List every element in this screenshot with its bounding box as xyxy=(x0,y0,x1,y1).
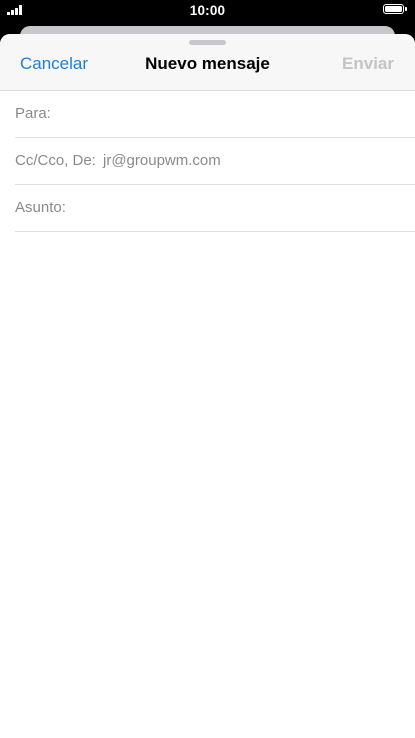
phone-screen: 10:00 Cancelar Nuevo mensaje Enviar Para… xyxy=(0,0,415,738)
from-address-value[interactable]: jr@groupwm.com xyxy=(103,152,221,169)
to-field-input[interactable] xyxy=(55,99,405,129)
status-time: 10:00 xyxy=(189,3,226,18)
sheet-grabber-handle[interactable] xyxy=(189,40,226,45)
status-bar: 10:00 xyxy=(0,0,415,22)
subject-field-label: Asunto: xyxy=(15,199,66,216)
cancel-button[interactable]: Cancelar xyxy=(20,54,88,74)
cc-bcc-from-field-row[interactable]: Cc/Cco, De: jr@groupwm.com xyxy=(15,138,415,185)
send-button[interactable]: Enviar xyxy=(342,54,394,74)
battery-full-icon xyxy=(383,4,408,15)
compose-nav-bar: Cancelar Nuevo mensaje Enviar xyxy=(0,34,415,91)
subject-field-input[interactable] xyxy=(71,193,401,223)
cc-bcc-from-field-label: Cc/Cco, De: xyxy=(15,152,96,169)
message-body-textarea[interactable] xyxy=(15,234,400,724)
to-field-label: Para: xyxy=(15,105,51,122)
to-field-row[interactable]: Para: xyxy=(15,91,415,138)
subject-field-row[interactable]: Asunto: xyxy=(15,185,415,232)
compose-sheet: Cancelar Nuevo mensaje Enviar Para: Cc/C… xyxy=(0,34,415,738)
